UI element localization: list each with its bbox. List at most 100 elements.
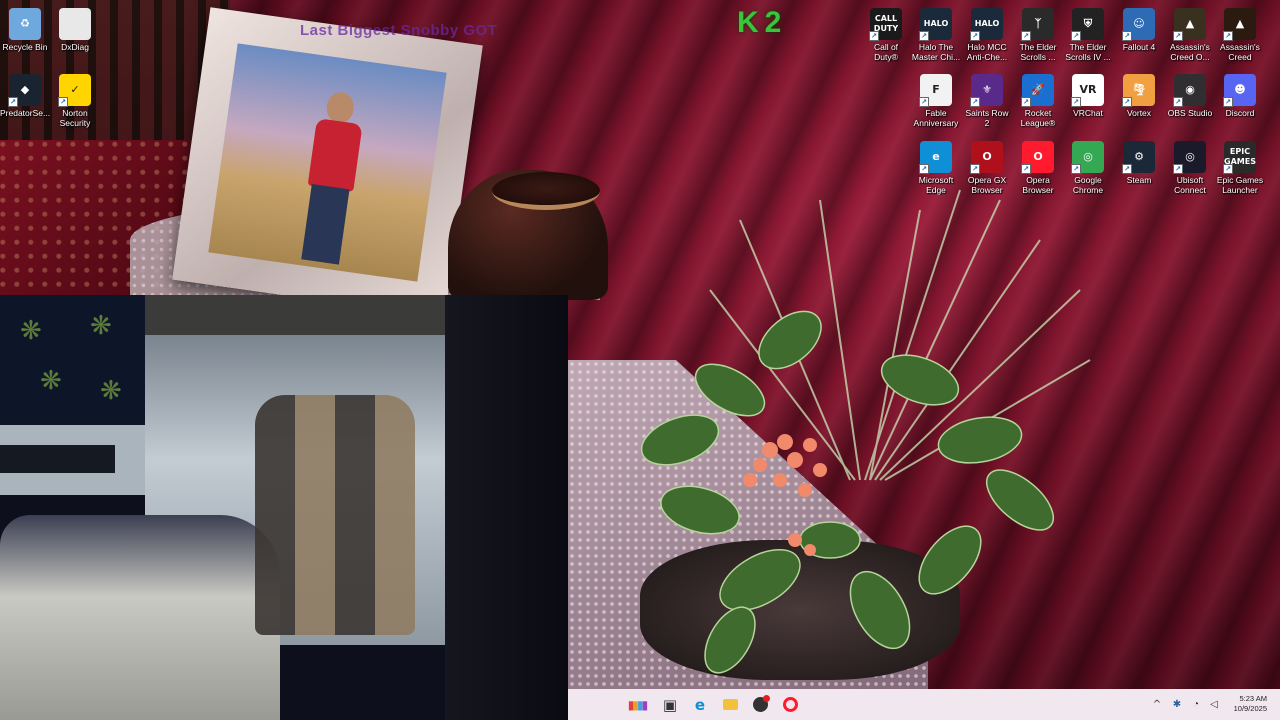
desktop-icon-norton[interactable]: ✓↗Norton Security Ultra bbox=[50, 70, 100, 130]
obs-icon: ◉ ↗ bbox=[1173, 74, 1206, 107]
shortcut-arrow-icon: ↗ bbox=[1173, 97, 1183, 107]
desktop-icon-label: The Elder Scrolls IV ... bbox=[1065, 42, 1111, 62]
picture-frame bbox=[172, 7, 483, 318]
desktop-icon-label: PredatorSe... bbox=[0, 108, 50, 118]
desktop-icon-elder-scrolls-v[interactable]: ᛉ ↗ The Elder Scrolls ... bbox=[1013, 4, 1063, 62]
desktop-icon-opera-gx[interactable]: O ↗ Opera GX Browser bbox=[962, 137, 1012, 195]
tray-wifi[interactable]: ◔ bbox=[1189, 689, 1203, 720]
tray-app-icon[interactable]: ✱ bbox=[1170, 689, 1184, 720]
shortcut-arrow-icon: ↗ bbox=[1071, 97, 1081, 107]
desktop-icon-discord[interactable]: ☻ ↗ Discord bbox=[1215, 70, 1265, 118]
cam-bed bbox=[0, 515, 280, 720]
desktop-icon-label: Recycle Bin bbox=[2, 42, 48, 52]
shortcut-arrow-icon: ↗ bbox=[1021, 164, 1031, 174]
desktop-icon-assassins-creed-o[interactable]: ▲ ↗ Assassin's Creed O... bbox=[1165, 4, 1215, 62]
chrome-icon: ◎ ↗ bbox=[1071, 141, 1104, 174]
shortcut-arrow-icon: ↗ bbox=[1071, 164, 1081, 174]
chevron-up-icon: ^ bbox=[1152, 699, 1162, 710]
desktop-icon-label: Google Chrome bbox=[1072, 175, 1104, 195]
tray-overflow-button[interactable]: ^ bbox=[1150, 689, 1164, 720]
desktop-icon-google-chrome[interactable]: ◎ ↗ Google Chrome bbox=[1063, 137, 1113, 195]
media-icon bbox=[752, 695, 770, 712]
desktop-icon-label: Opera Browser bbox=[1022, 175, 1054, 195]
desktop-icon-label: Assassin's Creed O... bbox=[1170, 42, 1210, 62]
shortcut-arrow-icon: ↗ bbox=[1021, 31, 1031, 41]
desktop-icon-label: Microsoft Edge bbox=[918, 175, 954, 195]
opera-icon: O ↗ bbox=[1021, 141, 1054, 174]
elder-scrolls-icon: ᛉ ↗ bbox=[1021, 8, 1054, 41]
clock-time: 5:23 AM bbox=[1239, 694, 1267, 703]
vrchat-icon: VR ↗ bbox=[1071, 74, 1104, 107]
desktop-icon-label: Ubisoft Connect bbox=[1174, 175, 1206, 195]
photo-person-jeans bbox=[301, 183, 350, 265]
volume-icon: ◁ bbox=[1210, 699, 1218, 710]
desktop-icon-microsoft-edge[interactable]: e ↗ Microsoft Edge bbox=[911, 137, 961, 195]
stream-watermark: Last Biggest Snobby GOT bbox=[300, 22, 498, 39]
desktop-icon-assassins-creed-mirage[interactable]: ▲↗Assassin's Creed Mirage bbox=[1215, 4, 1265, 64]
desktop-icon-label: Saints Row 2 bbox=[965, 108, 1009, 128]
taskbar-app-color[interactable]: ▮▮▮▮ bbox=[620, 689, 654, 720]
desktop-icon-halo-master-chief[interactable]: HALO ↗ Halo The Master Chi... bbox=[911, 4, 961, 62]
desktop-icon-call-of-duty[interactable]: CALL DUTY ↗ Call of Duty® bbox=[861, 4, 911, 62]
tray-volume[interactable]: ◁ bbox=[1207, 689, 1221, 720]
shortcut-arrow-icon: ↗ bbox=[1122, 164, 1132, 174]
shortcut-arrow-icon: ↗ bbox=[1173, 31, 1183, 41]
desktop-icon-ubisoft-connect[interactable]: ◎ ↗ Ubisoft Connect bbox=[1165, 137, 1215, 195]
fable-icon: F ↗ bbox=[919, 74, 952, 107]
predator-icon: ◆ ↗ bbox=[8, 74, 41, 107]
desktop-icon-epic-games[interactable]: EPIC GAMES ↗ Epic Games Launcher bbox=[1215, 137, 1265, 195]
leaf-icon: ❋ bbox=[100, 375, 122, 405]
framed-photo bbox=[208, 43, 447, 282]
fleur-de-lis-icon: ⚜ ↗ bbox=[970, 74, 1003, 107]
discord-icon: ☻ ↗ bbox=[1223, 74, 1256, 107]
desktop-icon-fallout-4[interactable]: ☺ ↗ Fallout 4 bbox=[1114, 4, 1164, 52]
taskbar-file-explorer[interactable] bbox=[717, 689, 743, 720]
desktop-icon-elder-scrolls-iv[interactable]: ⛨ ↗ The Elder Scrolls IV ... bbox=[1063, 4, 1113, 62]
desktop-icon-steam[interactable]: ⚙ ↗ Steam bbox=[1114, 137, 1164, 185]
desktop-icon-label: Norton Security Ultra bbox=[59, 108, 91, 130]
desktop-icon-label: Steam bbox=[1126, 175, 1152, 185]
desktop-icon-dxdiag[interactable]: DxDiag bbox=[50, 4, 100, 52]
shortcut-arrow-icon: ↗ bbox=[1223, 97, 1233, 107]
halo-icon: HALO ↗ bbox=[970, 8, 1003, 41]
taskbar-task-view[interactable]: ▣ bbox=[657, 689, 683, 720]
desktop-icon-opera[interactable]: O ↗ Opera Browser bbox=[1013, 137, 1063, 195]
task-view-icon: ▣ bbox=[662, 695, 678, 714]
shortcut-arrow-icon: ↗ bbox=[919, 164, 929, 174]
desktop-icon-label: VRChat bbox=[1073, 108, 1103, 118]
desktop-icon-vortex[interactable]: 🌪 ↗ Vortex bbox=[1114, 70, 1164, 118]
desktop-icon-halo-mcc[interactable]: HALO ↗ Halo MCC Anti-Che... bbox=[962, 4, 1012, 62]
desktop-icon-label: Call of Duty® bbox=[873, 42, 899, 62]
desktop-icon-label: Halo The Master Chi... bbox=[911, 42, 961, 62]
elder-scrolls-icon: ⛨ ↗ bbox=[1071, 8, 1104, 41]
desktop-icon-rocket-league[interactable]: 🚀 ↗ Rocket League® bbox=[1013, 70, 1063, 128]
taskbar-media-app[interactable] bbox=[747, 689, 773, 720]
shortcut-arrow-icon: ↗ bbox=[1071, 31, 1081, 41]
steam-icon: ⚙ ↗ bbox=[1122, 141, 1155, 174]
taskbar-opera[interactable] bbox=[777, 689, 803, 720]
desktop-icon-obs-studio[interactable]: ◉ ↗ OBS Studio bbox=[1165, 70, 1215, 118]
desktop-icon-recycle-bin[interactable]: ♻ Recycle Bin bbox=[0, 4, 50, 52]
desktop-icon-fable[interactable]: F ↗ Fable Anniversary bbox=[911, 70, 961, 128]
shortcut-arrow-icon: ↗ bbox=[919, 97, 929, 107]
opera-gx-icon: O ↗ bbox=[970, 141, 1003, 174]
clock-date: 10/9/2025 bbox=[1233, 704, 1267, 713]
desktop-icon-label: OBS Studio bbox=[1167, 108, 1213, 118]
norton-icon: ✓ ↗ bbox=[58, 74, 91, 107]
shortcut-arrow-icon: ↗ bbox=[869, 31, 879, 41]
shortcut-arrow-icon: ↗ bbox=[1021, 97, 1031, 107]
cam-gaming-chair bbox=[255, 395, 415, 635]
taskbar-edge[interactable]: e bbox=[687, 689, 713, 720]
urn-lid bbox=[492, 172, 600, 210]
desktop-icon-vrchat[interactable]: VR ↗ VRChat bbox=[1063, 70, 1113, 118]
desktop-icon-label: DxDiag bbox=[61, 42, 89, 52]
wifi-icon: ◔ bbox=[1192, 699, 1200, 710]
cod-icon: CALL DUTY ↗ bbox=[869, 8, 902, 41]
desktop-icon-predator-sense[interactable]: ◆ ↗ PredatorSe... bbox=[0, 70, 50, 118]
desktop-icon-saints-row-2[interactable]: ⚜ ↗ Saints Row 2 bbox=[962, 70, 1012, 128]
tray-clock[interactable]: 5:23 AM 10/9/2025 bbox=[1223, 694, 1267, 714]
document-icon bbox=[59, 8, 91, 40]
shortcut-arrow-icon: ↗ bbox=[58, 97, 68, 107]
leaf-icon: ❋ bbox=[90, 310, 112, 340]
edge-icon: e ↗ bbox=[919, 141, 952, 174]
